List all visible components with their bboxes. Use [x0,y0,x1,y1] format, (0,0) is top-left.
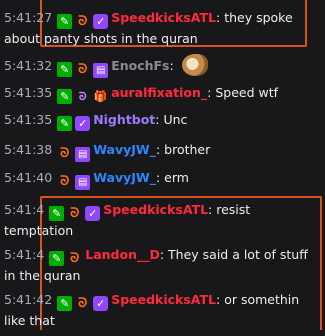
chat-message: 5:41:35 ✎ ✓ Nightbot: Unc [4,112,188,131]
chat-message: 5:41:38 ᘐ ▤ WavyJW_: brother [4,142,211,162]
subscriber-badge-icon: ᘐ [78,296,88,311]
chat-message: 5:41:4 ✎ ᘐ ✓ SpeedkicksATL: resist temptatio… [4,202,251,238]
timestamp: 5:41:4 [4,202,45,217]
username[interactable]: Nightbot [93,112,155,127]
timestamp: 5:41:35 [4,85,53,100]
verified-badge-icon: ✓ [93,296,109,311]
moderator-badge-icon: ✎ [57,62,73,77]
username[interactable]: SpeedkicksATL [111,292,216,307]
chat-message: 5:41:35 ✎ ᘐ 🎁 auralfixation_: Speed wtf [4,85,279,104]
prime-badge-icon: ▤ [75,147,91,162]
subscriber-badge-icon: ᘐ [78,14,88,29]
gift-badge-icon: 🎁 [93,90,108,103]
username[interactable]: WavyJW_ [93,170,156,185]
verified-badge-icon: ✓ [85,206,101,221]
chat-message: 5:41:42 ✎ ᘐ ✓ SpeedkicksATL: or somethin lik… [4,292,300,328]
username[interactable]: SpeedkicksATL [111,10,216,25]
subscriber-badge-icon: ᘐ [78,90,87,103]
moderator-badge-icon: ✎ [49,206,65,221]
timestamp: 5:41:38 [4,142,53,157]
timestamp: 5:41:32 [4,58,53,73]
username[interactable]: Landon__D [85,247,160,262]
timestamp: 5:41:4 [4,247,45,262]
chat-message: 5:41:32 ✎ ᘐ ▤ EnochFs: [4,54,321,78]
bottom-fade [0,330,325,336]
timestamp: 5:41:35 [4,112,53,127]
chat-message: 5:41:27 ✎ ᘐ ✓ SpeedkicksATL: they spoke abou… [4,10,293,46]
moderator-badge-icon: ✎ [49,251,65,266]
username[interactable]: SpeedkicksATL [103,202,208,217]
subscriber-badge-icon: ᘐ [78,62,88,77]
moderator-badge-icon: ✎ [57,116,73,131]
username[interactable]: EnochFs [111,58,169,73]
verified-badge-icon: ✓ [93,14,109,29]
chat-message: 5:41:40 ᘐ ▤ WavyJW_: erm [4,170,189,190]
username[interactable]: WavyJW_ [93,142,156,157]
prime-badge-icon: ▤ [75,175,91,190]
prime-badge-icon: ▤ [93,63,109,78]
moderator-badge-icon: ✎ [57,14,73,29]
timestamp: 5:41:42 [4,292,53,307]
hamster-emote-icon [181,54,208,76]
moderator-badge-icon: ✎ [57,296,73,311]
username[interactable]: auralfixation_ [111,85,207,100]
subscriber-badge-icon: ᘐ [60,146,70,161]
message-text: Speed wtf [215,85,279,100]
chat-message: 5:41:4 ✎ ᘐ Landon__D: They said a lot of st… [4,247,308,283]
verified-badge-icon: ✓ [75,116,91,131]
moderator-badge-icon: ✎ [57,89,73,104]
message-text: erm [164,170,189,185]
subscriber-badge-icon: ᘐ [70,251,80,266]
message-text: brother [164,142,211,157]
timestamp: 5:41:27 [4,10,53,25]
timestamp: 5:41:40 [4,170,53,185]
subscriber-badge-icon: ᘐ [60,174,70,189]
message-text: Unc [163,112,188,127]
subscriber-badge-icon: ᘐ [70,206,80,221]
